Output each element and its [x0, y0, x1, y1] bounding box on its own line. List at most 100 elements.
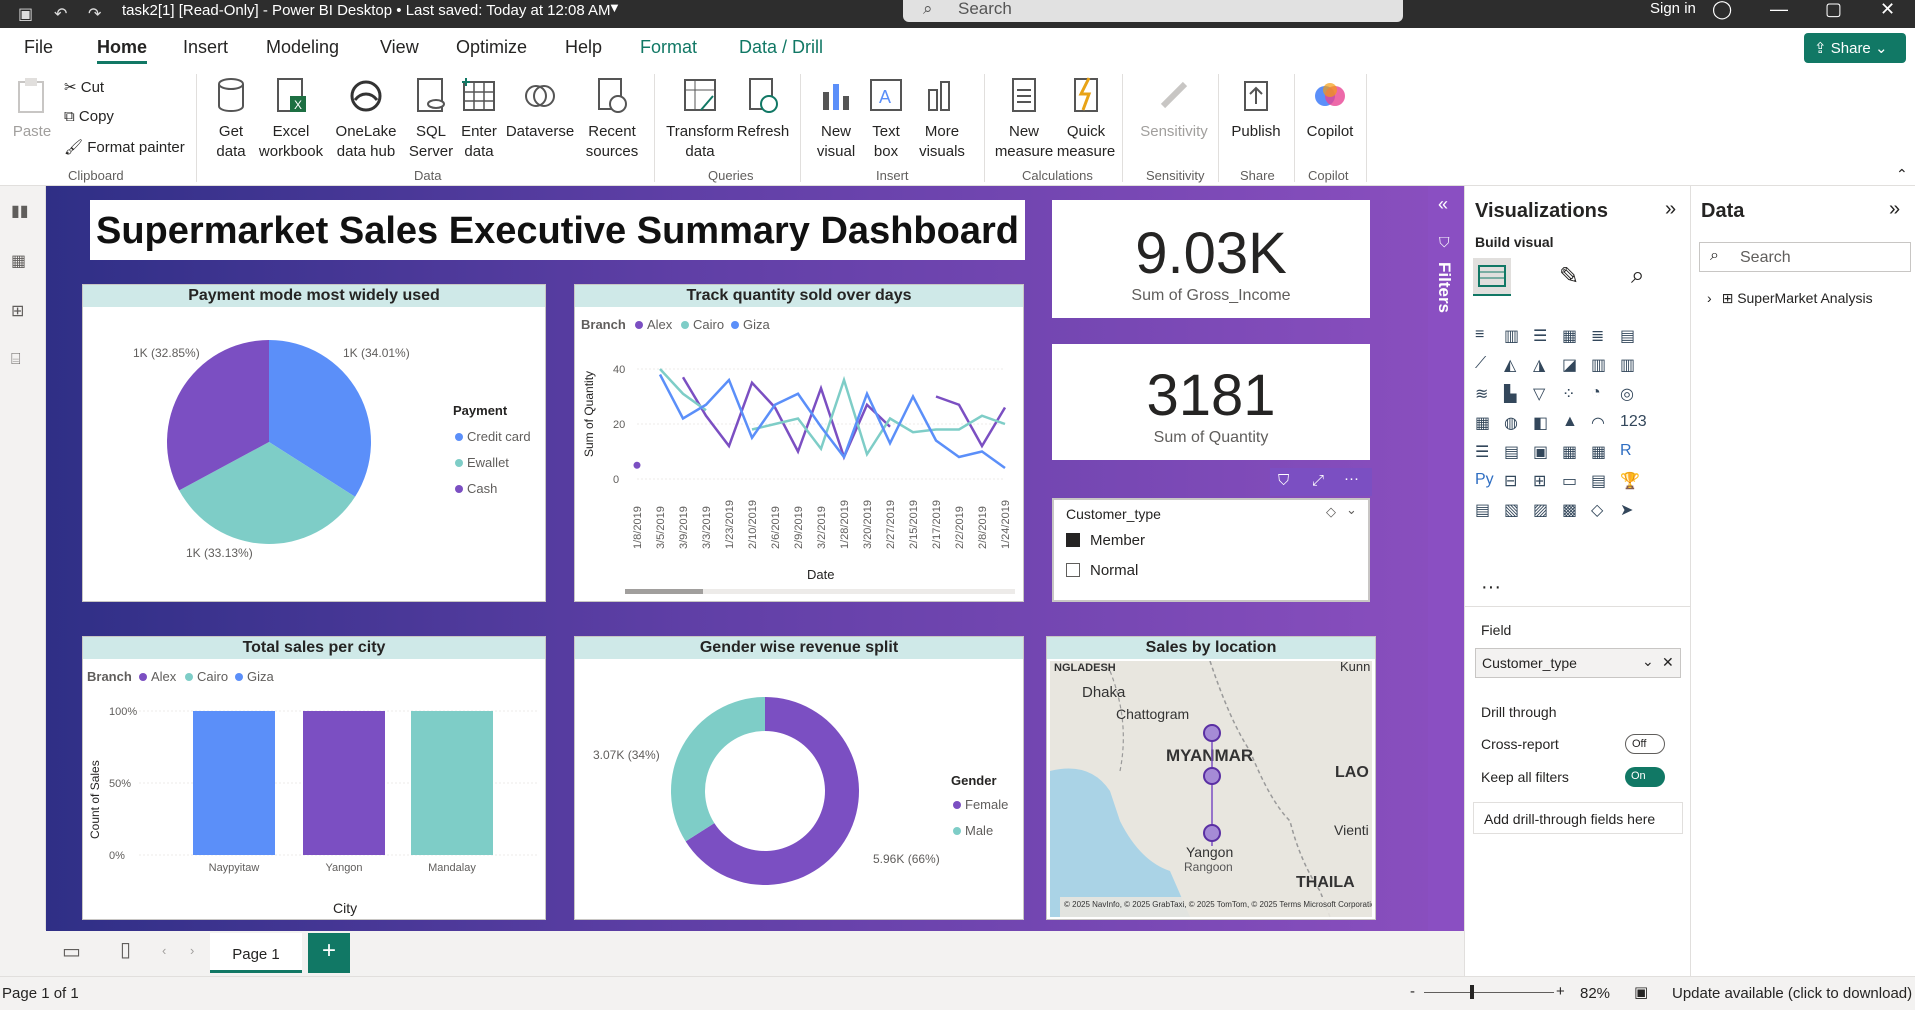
map-card[interactable]: Sales by location NGLADESH Dhaka Chattog… [1046, 636, 1376, 920]
cross-report-toggle[interactable]: Off [1625, 734, 1665, 754]
slicer-icon[interactable]: ▣ [1533, 442, 1557, 464]
clustered-column-icon[interactable]: ▦ [1562, 326, 1586, 348]
zoom-in-icon[interactable]: + [1556, 983, 1565, 1000]
chevron-icon[interactable]: ➤ [1620, 500, 1644, 522]
checkbox[interactable] [1066, 563, 1080, 577]
funnel-icon[interactable]: ▽ [1533, 384, 1557, 406]
slicer-option[interactable]: Member [1066, 532, 1145, 549]
quick-measure-button[interactable]: Quick measure [1056, 76, 1116, 162]
zoom-out-icon[interactable]: - [1410, 983, 1415, 1000]
ribbon-icon[interactable]: ≋ [1475, 384, 1499, 406]
azure-map-icon[interactable]: ▲ [1562, 413, 1586, 435]
copy-button[interactable]: ⧉ Copy [64, 108, 114, 125]
eraser-icon[interactable]: ◇ [1326, 504, 1336, 520]
map-bubble[interactable] [1203, 724, 1221, 742]
slicer-option[interactable]: Normal [1066, 562, 1138, 579]
format-visual-icon[interactable]: ✎ [1559, 262, 1579, 291]
stacked-area-icon[interactable]: ◮ [1533, 355, 1557, 377]
tab-insert[interactable]: Insert [183, 37, 228, 58]
map[interactable]: NGLADESH Dhaka Chattogram MYANMAR LAO Ya… [1050, 661, 1372, 917]
cut-button[interactable]: ✂ Cut [64, 78, 104, 96]
search-box[interactable]: ⌕ Search [903, 0, 1403, 22]
refresh-button[interactable]: Refresh [736, 76, 790, 142]
prev-page-icon[interactable]: ‹ [162, 943, 166, 958]
kpi-quantity-card[interactable]: 3181 Sum of Quantity [1052, 344, 1370, 460]
zoom-slider-thumb[interactable] [1470, 985, 1474, 999]
gauge-icon[interactable]: ◠ [1591, 413, 1615, 435]
treemap-icon[interactable]: ▦ [1475, 413, 1499, 435]
qa-icon[interactable]: ▭ [1562, 471, 1586, 493]
100-bar-icon[interactable]: ≣ [1591, 326, 1615, 348]
redo-icon[interactable]: ↷ [88, 4, 101, 24]
recent-sources-button[interactable]: Recent sources [580, 76, 644, 162]
matrix-icon[interactable]: ▦ [1591, 442, 1615, 464]
power-automate-icon[interactable]: ▨ [1533, 500, 1557, 522]
mobile-layout-icon[interactable]: ▯ [120, 937, 131, 962]
get-data-button[interactable]: Get data [208, 76, 254, 162]
tab-modeling[interactable]: Modeling [266, 37, 339, 58]
chevron-down-icon[interactable]: ⌄ [1642, 653, 1654, 670]
build-visual-tab[interactable] [1473, 258, 1511, 296]
area-icon[interactable]: ◭ [1504, 355, 1528, 377]
decomposition-icon[interactable]: ⊞ [1533, 471, 1557, 493]
trophy-icon[interactable]: 🏆 [1620, 471, 1644, 493]
data-search-input[interactable]: ⌕ Search [1699, 242, 1911, 272]
page-tab[interactable]: Page 1 [210, 933, 302, 973]
donut-chart-card[interactable]: Gender wise revenue split Gender Female … [574, 636, 1024, 920]
drill-through-drop-zone[interactable]: Add drill-through fields here [1473, 802, 1683, 834]
report-view-icon[interactable]: ▮▮ [11, 201, 33, 221]
tab-format[interactable]: Format [640, 37, 697, 58]
narrative-icon[interactable]: ▤ [1591, 471, 1615, 493]
paginated-icon[interactable]: ▤ [1475, 500, 1499, 522]
stacked-column-icon[interactable]: ▥ [1504, 326, 1528, 348]
new-visual-button[interactable]: New visual [810, 76, 862, 162]
tab-view[interactable]: View [380, 37, 419, 58]
maximize-icon[interactable]: ▢ [1825, 0, 1842, 20]
enter-data-button[interactable]: Enter data [456, 76, 502, 162]
share-button[interactable]: ⇪ Share ⌄ [1804, 33, 1906, 63]
format-painter-button[interactable]: 🖌 Format painter [64, 138, 185, 156]
sql-server-button[interactable]: SQL Server [408, 76, 454, 162]
sign-in-link[interactable]: Sign in [1650, 0, 1696, 17]
add-page-button[interactable]: + [308, 933, 350, 973]
chevron-down-icon[interactable]: ⌄ [1346, 502, 1357, 518]
diamond-icon[interactable]: ◇ [1591, 500, 1615, 522]
kpi-gross-income-card[interactable]: 9.03K Sum of Gross_Income [1052, 200, 1370, 318]
text-box-button[interactable]: A Text box [864, 76, 908, 162]
excel-workbook-button[interactable]: X Excel workbook [256, 76, 326, 162]
checkbox-checked[interactable] [1066, 533, 1080, 547]
tab-help[interactable]: Help [565, 37, 602, 58]
100-column-icon[interactable]: ▤ [1620, 326, 1644, 348]
paste-button[interactable]: Paste [12, 76, 52, 142]
card-icon[interactable]: 123 [1620, 413, 1647, 435]
r-visual-icon[interactable]: R [1620, 442, 1644, 464]
map-bubble[interactable] [1203, 824, 1221, 842]
donut-icon[interactable]: ◎ [1620, 384, 1644, 406]
metrics-icon[interactable]: ▩ [1562, 500, 1586, 522]
table-item[interactable]: › ⊞ SuperMarket Analysis [1707, 290, 1873, 307]
kpi-icon[interactable]: ▤ [1504, 442, 1528, 464]
zoom-slider[interactable] [1424, 992, 1554, 993]
filled-map-icon[interactable]: ◧ [1533, 413, 1557, 435]
more-visuals-button[interactable]: More visuals [912, 76, 972, 162]
focus-mode-icon[interactable]: ⤢ [1312, 472, 1324, 489]
bar[interactable] [303, 711, 385, 855]
more-visuals-icon[interactable]: ··· [1481, 576, 1501, 599]
expand-icon[interactable]: « [1438, 194, 1448, 215]
collapse-icon[interactable]: » [1665, 198, 1676, 221]
remove-icon[interactable]: ✕ [1662, 654, 1674, 671]
clustered-bar-icon[interactable]: ☰ [1533, 326, 1557, 348]
sensitivity-button[interactable]: Sensitivity [1128, 76, 1220, 142]
model-view-icon[interactable]: ⊞ [11, 301, 33, 321]
key-influencers-icon[interactable]: ⊟ [1504, 471, 1528, 493]
bar[interactable] [411, 711, 493, 855]
filters-pane-collapsed[interactable]: « ⛉ Filters [1428, 186, 1464, 931]
waterfall-icon[interactable]: ▙ [1504, 384, 1528, 406]
field-well[interactable]: Customer_type ⌄ ✕ [1475, 648, 1681, 678]
chevron-down-icon[interactable]: ▼ [608, 0, 621, 15]
donut-slice[interactable] [671, 697, 765, 842]
stacked-bar-icon[interactable]: ≡ [1475, 326, 1499, 348]
python-visual-icon[interactable]: Py [1475, 471, 1499, 493]
minimize-icon[interactable]: — [1770, 0, 1788, 20]
desktop-layout-icon[interactable]: ▭ [62, 939, 81, 964]
